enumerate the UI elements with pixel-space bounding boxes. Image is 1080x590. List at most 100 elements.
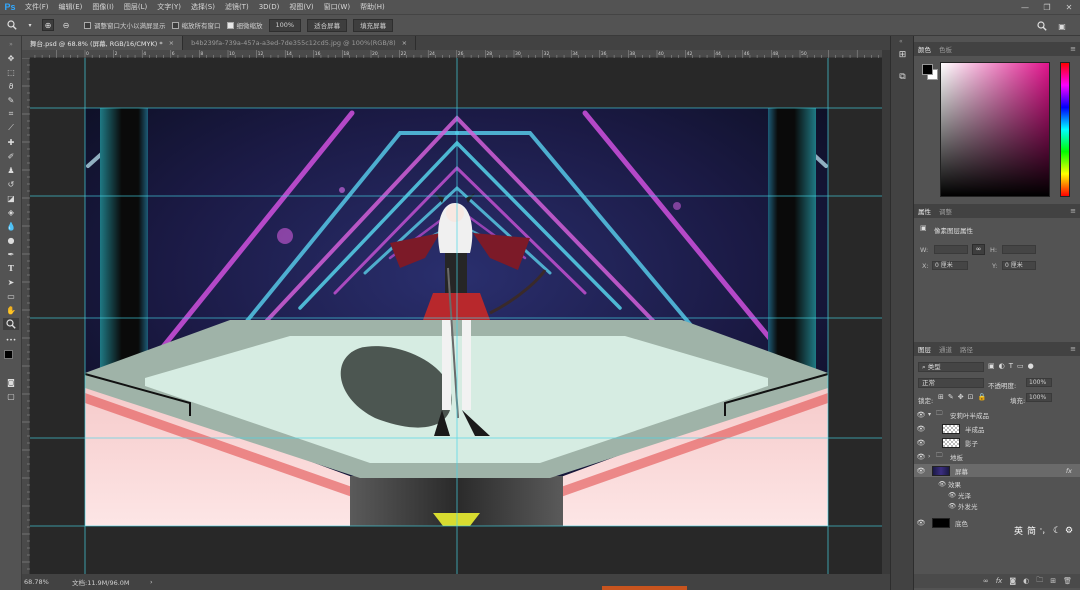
ruler-left[interactable]	[22, 57, 30, 574]
zoom-in-icon[interactable]: ⊕	[42, 19, 54, 31]
screen-mode-icon[interactable]: ▢	[3, 390, 19, 402]
layer-row[interactable]: 👁 半成品	[914, 422, 1080, 435]
fill-field[interactable]: 100%	[1026, 393, 1052, 402]
blur-tool-icon[interactable]: 💧	[3, 220, 19, 232]
menu-filter[interactable]: 滤镜(T)	[220, 0, 254, 14]
quick-select-tool-icon[interactable]: ✎	[3, 94, 19, 106]
fill-screen-button[interactable]: 填充屏幕	[353, 18, 394, 32]
lasso-tool-icon[interactable]: ϑ	[3, 80, 19, 92]
collapse-icon[interactable]: »	[3, 38, 19, 50]
tab-jpg[interactable]: b4b239fa-739a-457a-a3ed-7de355c12cd5.jpg…	[183, 36, 417, 50]
panel-menu-icon[interactable]: ≡	[1070, 345, 1076, 353]
link-icon[interactable]: ∞	[972, 244, 985, 255]
effect-eye-icon[interactable]: 👁	[948, 491, 958, 499]
history-panel-icon[interactable]: ⊞	[896, 48, 909, 61]
restore-icon[interactable]: ❐	[1036, 0, 1058, 14]
visibility-eye-icon[interactable]: 👁	[914, 411, 928, 419]
blend-mode-select[interactable]: 正常	[918, 378, 984, 388]
panel-menu-icon[interactable]: ≡	[1070, 45, 1076, 53]
tab-properties[interactable]: 属性	[918, 206, 931, 216]
layer-row[interactable]: 👁 影子	[914, 436, 1080, 449]
add-mask-icon[interactable]: ◙	[1009, 577, 1016, 585]
visibility-eye-icon[interactable]: 👁	[914, 519, 928, 527]
width-field[interactable]	[934, 245, 968, 254]
close-tab-icon[interactable]: ×	[402, 39, 407, 47]
properties-panel-icon[interactable]: ⧉	[896, 70, 909, 83]
zoom-level[interactable]: 68.78%	[24, 578, 72, 586]
path-select-tool-icon[interactable]: ➤	[3, 276, 19, 288]
menu-window[interactable]: 窗口(W)	[319, 0, 355, 14]
search-icon[interactable]	[1036, 20, 1048, 32]
foreground-color-swatch[interactable]	[4, 350, 13, 359]
marquee-tool-icon[interactable]: ⬚	[3, 66, 19, 78]
zoom-out-icon[interactable]: ⊖	[60, 19, 72, 31]
ruler-origin[interactable]	[22, 50, 30, 58]
pen-tool-icon[interactable]: ✒	[3, 248, 19, 260]
close-icon[interactable]: ✕	[1058, 0, 1080, 14]
visibility-eye-icon[interactable]: 👁	[914, 439, 928, 447]
color-field[interactable]	[940, 62, 1050, 197]
eraser-tool-icon[interactable]: ◪	[3, 192, 19, 204]
quick-mask-icon[interactable]: ◙	[3, 376, 19, 388]
tool-preset-chevron-icon[interactable]: ▾	[24, 19, 36, 31]
tab-adjustments[interactable]: 调整	[939, 206, 952, 216]
layer-filter-icons[interactable]: ▣◐T▭●	[988, 362, 1038, 370]
artwork-canvas[interactable]	[30, 58, 882, 574]
tab-color[interactable]: 颜色	[918, 44, 931, 54]
effect-eye-icon[interactable]: 👁	[948, 502, 958, 510]
add-style-icon[interactable]: fx	[996, 577, 1003, 585]
healing-tool-icon[interactable]: ✚	[3, 136, 19, 148]
close-tab-icon[interactable]: ×	[169, 39, 174, 47]
effect-row[interactable]: 👁 光泽	[914, 489, 1080, 500]
more-tools-icon[interactable]: •••	[3, 334, 19, 346]
ruler-top[interactable]: 0 2 4 6 8 10 12 14 16 18 20 22 24 26 28 30 32 34 36 38 40 42 4…	[30, 50, 882, 58]
status-arrow-icon[interactable]: ›	[150, 578, 153, 586]
moon-icon[interactable]: ☾	[1053, 526, 1061, 536]
paint-bucket-tool-icon[interactable]: ◈	[3, 206, 19, 218]
effect-row[interactable]: 👁 外发光	[914, 500, 1080, 511]
history-brush-tool-icon[interactable]: ↺	[3, 178, 19, 190]
scrubby-zoom-checkbox[interactable]: 细微缩放	[226, 20, 263, 30]
visibility-eye-icon[interactable]: 👁	[914, 467, 928, 475]
dodge-tool-icon[interactable]: ●	[3, 234, 19, 246]
menu-layer[interactable]: 图层(L)	[119, 0, 152, 14]
new-group-icon[interactable]: 🗀	[1036, 576, 1043, 587]
fit-screen-button[interactable]: 适合屏幕	[307, 18, 348, 32]
crop-tool-icon[interactable]: ⌗	[3, 108, 19, 120]
vertical-scrollbar[interactable]	[882, 50, 890, 574]
x-field[interactable]: 0 厘米	[932, 261, 968, 270]
zoom-all-checkbox[interactable]: 缩放所有窗口	[171, 20, 221, 30]
visibility-eye-icon[interactable]: 👁	[914, 453, 928, 461]
shape-tool-icon[interactable]: ▭	[3, 290, 19, 302]
layer-row-selected[interactable]: 👁 屏幕 fx	[914, 464, 1080, 477]
effects-row[interactable]: 👁 效果	[914, 478, 1080, 489]
lock-icons[interactable]: ⊞✎✥⊡🔒	[938, 393, 990, 401]
panel-menu-icon[interactable]: ≡	[1070, 207, 1076, 215]
gear-icon[interactable]: ⚙	[1065, 526, 1073, 536]
tab-layers[interactable]: 图层	[918, 344, 931, 354]
effect-eye-icon[interactable]: 👁	[938, 480, 948, 488]
ime-toolbar[interactable]: 英 简 '， ☾ ⚙	[1014, 524, 1073, 538]
collapse-panels-icon[interactable]: «	[899, 38, 903, 45]
tab-channels[interactable]: 通道	[939, 344, 952, 354]
zoom-100-button[interactable]: 100%	[268, 18, 302, 32]
tab-swatches[interactable]: 色板	[939, 44, 952, 54]
link-layers-icon[interactable]: ∞	[983, 577, 989, 585]
punctuation-icon[interactable]: '，	[1040, 526, 1049, 536]
layer-fx-badge[interactable]: fx	[1066, 467, 1072, 475]
layer-filter-select[interactable]: ⌕ 类型	[918, 362, 984, 372]
ime-mode[interactable]: 简	[1027, 524, 1036, 537]
expand-chevron-icon[interactable]: ▾	[928, 411, 936, 418]
menu-select[interactable]: 选择(S)	[186, 0, 220, 14]
workspace-icon[interactable]: ▣	[1056, 20, 1068, 32]
menu-view[interactable]: 视图(V)	[284, 0, 318, 14]
type-tool-icon[interactable]: T	[3, 262, 19, 274]
menu-3d[interactable]: 3D(D)	[254, 0, 285, 14]
expand-chevron-icon[interactable]: ›	[928, 453, 936, 460]
layer-row-group[interactable]: 👁 ▾ 🗀 安莉叶半成品	[914, 408, 1080, 421]
delete-layer-icon[interactable]: 🗑	[1063, 577, 1072, 585]
move-tool-icon[interactable]: ✥	[3, 52, 19, 64]
adjustment-layer-icon[interactable]: ◐	[1023, 577, 1029, 585]
ime-lang[interactable]: 英	[1014, 524, 1023, 537]
y-field[interactable]: 0 厘米	[1002, 261, 1036, 270]
